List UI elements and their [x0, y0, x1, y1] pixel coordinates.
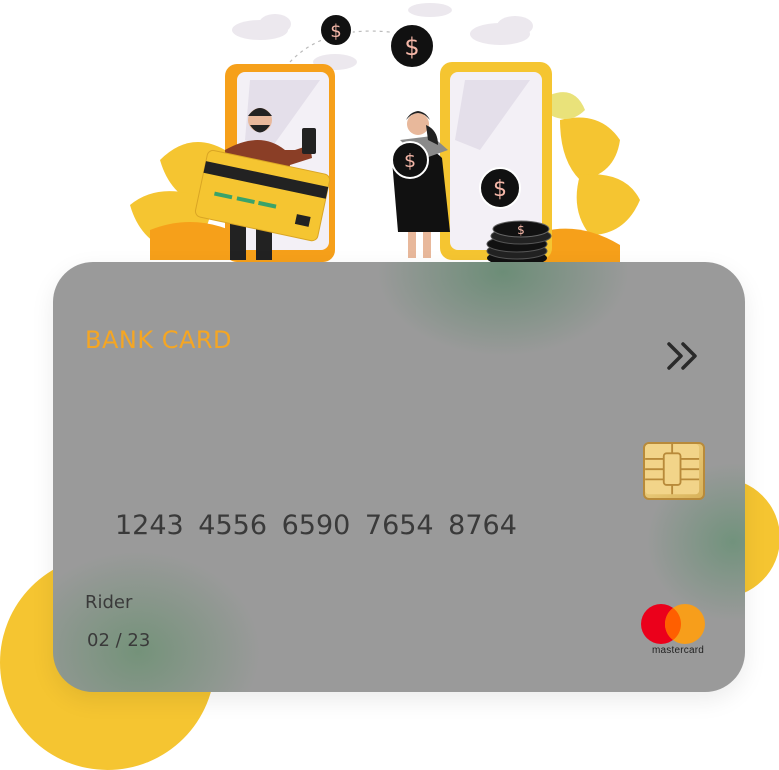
money-transfer-illustration: $ $ $ $ $ — [130, 3, 640, 266]
svg-text:$: $ — [404, 33, 419, 61]
card-number: 1243 4556 6590 7654 8764 — [115, 510, 517, 541]
dollar-coin-icon: $ — [389, 23, 435, 69]
card-holder-name: Rider — [85, 592, 133, 613]
coin-stack-icon: $ — [486, 220, 552, 266]
scene: $ $ $ $ $ BANK CARD 1243 4556 6590 7654 … — [0, 0, 779, 770]
card-chip-icon — [643, 442, 705, 500]
svg-text:$: $ — [517, 223, 525, 237]
card-label: BANK CARD — [85, 326, 233, 354]
bank-card[interactable]: BANK CARD 1243 4556 6590 7654 8764 Rider… — [53, 262, 745, 692]
svg-text:$: $ — [493, 177, 507, 202]
svg-text:$: $ — [404, 150, 416, 172]
dollar-coin-icon: $ — [319, 13, 353, 47]
dollar-coin-icon: $ — [479, 167, 521, 209]
cloud-icon — [232, 3, 533, 70]
dollar-coin-icon: $ — [391, 141, 429, 179]
svg-text:$: $ — [330, 21, 341, 42]
double-chevron-right-icon[interactable] — [665, 340, 701, 372]
mastercard-wordmark: mastercard — [651, 645, 704, 656]
card-expiry-date: 02 / 23 — [87, 630, 151, 651]
